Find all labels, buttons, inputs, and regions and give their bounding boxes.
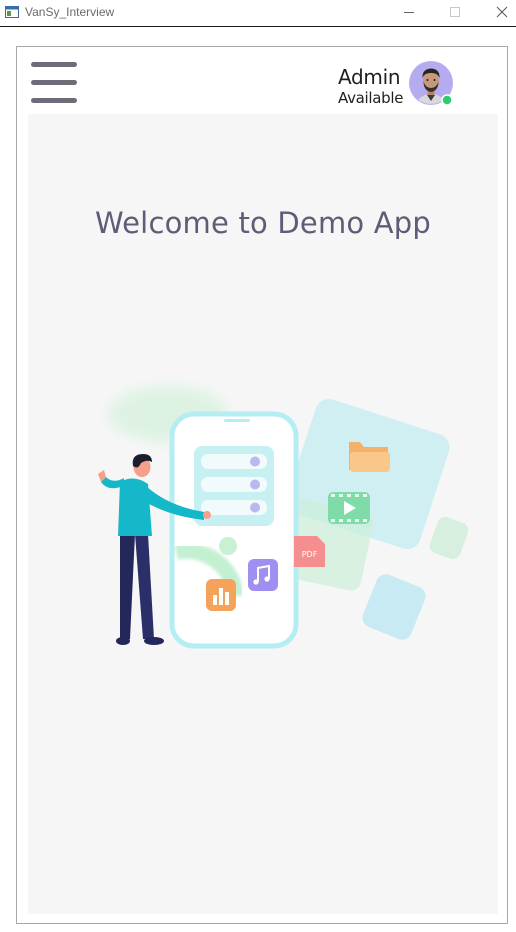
hamburger-bar bbox=[31, 98, 77, 103]
maximize-icon bbox=[450, 7, 460, 17]
maximize-button[interactable] bbox=[432, 0, 478, 26]
video-icon bbox=[328, 492, 370, 524]
illustration: PDF bbox=[98, 386, 468, 649]
user-status: Available bbox=[338, 89, 404, 107]
avatar[interactable] bbox=[409, 61, 455, 109]
user-name: Admin bbox=[338, 65, 401, 89]
close-icon bbox=[496, 6, 508, 18]
minimize-button[interactable] bbox=[386, 0, 432, 26]
chart-file-icon bbox=[206, 579, 236, 611]
app-frame: Admin Available Welcome to Demo App PDF bbox=[16, 46, 508, 924]
hamburger-menu-icon bbox=[31, 62, 77, 67]
main-content: Welcome to Demo App PDF bbox=[28, 114, 498, 914]
pdf-icon: PDF bbox=[294, 536, 325, 567]
window-title: VanSy_Interview bbox=[25, 5, 115, 19]
app-window-icon bbox=[5, 6, 19, 18]
window-titlebar: VanSy_Interview bbox=[0, 0, 516, 27]
music-file-icon bbox=[248, 559, 278, 591]
hamburger-bar bbox=[31, 80, 77, 85]
status-dot bbox=[441, 94, 453, 106]
svg-text:PDF: PDF bbox=[302, 550, 318, 559]
welcome-heading: Welcome to Demo App bbox=[94, 206, 432, 240]
phone-icon bbox=[169, 411, 299, 649]
menu-button[interactable] bbox=[31, 62, 77, 106]
minimize-icon bbox=[404, 12, 414, 13]
close-button[interactable] bbox=[478, 0, 516, 26]
